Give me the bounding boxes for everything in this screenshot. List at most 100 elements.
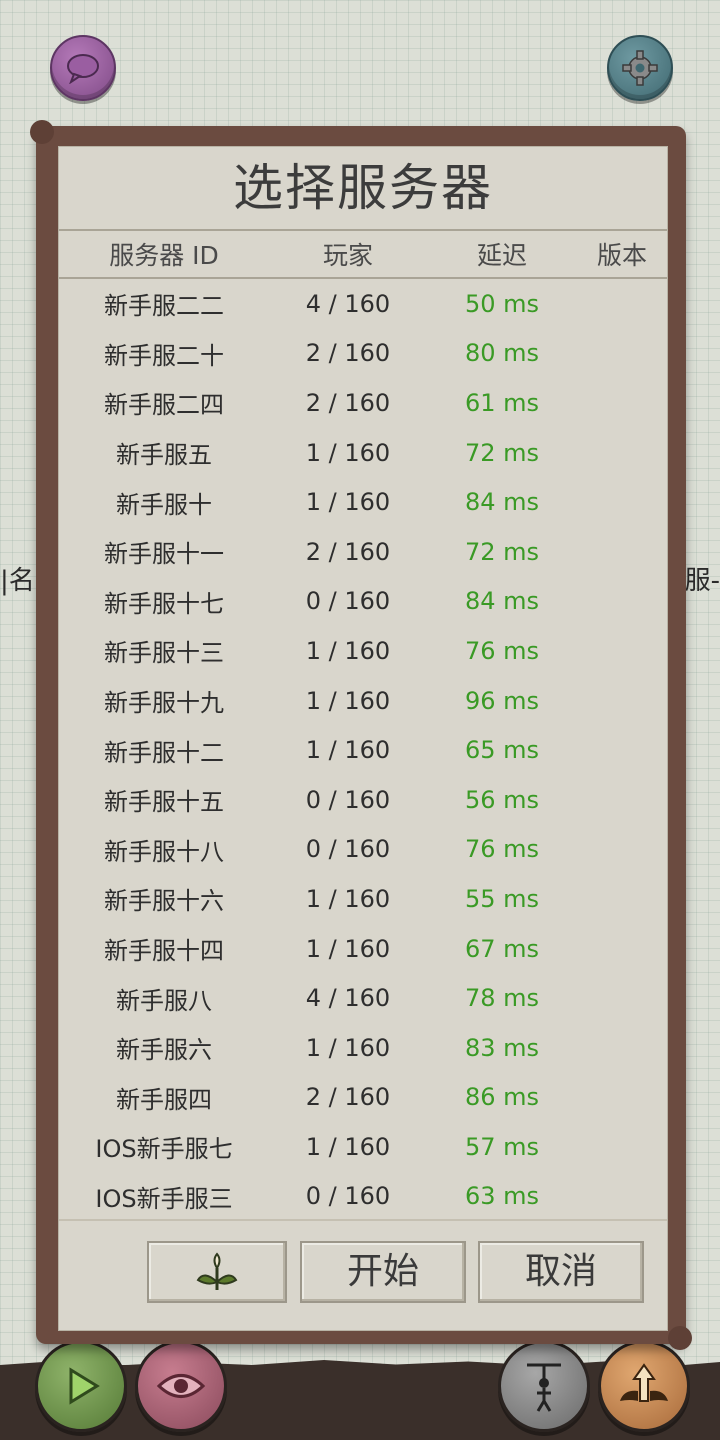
eye-icon <box>156 1374 206 1398</box>
server-ping: 65 ms <box>464 736 540 765</box>
server-ping: 72 ms <box>464 537 540 566</box>
dialog-title: 选择服务器 <box>59 147 667 231</box>
play-button[interactable] <box>35 1340 127 1432</box>
server-row[interactable]: 新手服十九 1 / 160 96 ms <box>59 676 667 726</box>
server-row[interactable]: IOS新手服七 1 / 160 57 ms <box>59 1122 667 1172</box>
server-players: 0 / 160 <box>305 1182 391 1211</box>
server-name: 新手服八 <box>116 986 212 1015</box>
server-ping: 78 ms <box>464 984 540 1013</box>
start-button[interactable]: 开始 <box>300 1241 466 1303</box>
server-players: 1 / 160 <box>305 438 391 467</box>
server-ping: 76 ms <box>464 636 540 665</box>
server-name: 新手服十三 <box>104 639 224 668</box>
server-ping: 55 ms <box>464 884 540 913</box>
header-ping[interactable]: 延迟 <box>427 236 577 272</box>
server-name: 新手服二四 <box>104 391 224 420</box>
server-ping: 72 ms <box>464 438 540 467</box>
server-name: 新手服二十 <box>104 341 224 370</box>
play-icon <box>69 1367 100 1405</box>
settings-button[interactable] <box>607 35 673 101</box>
eye-button[interactable] <box>135 1340 227 1432</box>
server-name: 新手服十二 <box>104 738 224 767</box>
server-name: 新手服十 <box>116 490 212 519</box>
server-name: 新手服六 <box>116 1036 212 1065</box>
server-row[interactable]: 新手服二四 2 / 160 61 ms <box>59 378 667 428</box>
server-row[interactable]: 新手服四 2 / 160 86 ms <box>59 1073 667 1123</box>
server-row[interactable]: 新手服八 4 / 160 78 ms <box>59 973 667 1023</box>
background-right-text: 服- <box>684 566 720 596</box>
server-ping: 96 ms <box>464 686 540 715</box>
server-ping: 76 ms <box>464 835 540 864</box>
header-version[interactable]: 版本 <box>577 236 667 272</box>
server-players: 0 / 160 <box>305 835 391 864</box>
server-players: 2 / 160 <box>305 537 391 566</box>
server-players: 1 / 160 <box>305 736 391 765</box>
server-name: 新手服四 <box>116 1085 212 1114</box>
puppet-icon <box>527 1363 561 1412</box>
server-players: 2 / 160 <box>305 388 391 417</box>
speech-bubble-icon <box>67 54 99 84</box>
server-name: IOS新手服七 <box>95 1135 233 1164</box>
server-ping: 83 ms <box>464 1033 540 1062</box>
cancel-button[interactable]: 取消 <box>478 1241 644 1303</box>
server-players: 1 / 160 <box>305 1132 391 1161</box>
server-row[interactable]: 新手服十二 1 / 160 65 ms <box>59 725 667 775</box>
plant-sprout-icon <box>196 1252 238 1290</box>
puppet-button[interactable] <box>498 1340 590 1432</box>
server-players: 1 / 160 <box>305 686 391 715</box>
plant-button[interactable] <box>147 1241 287 1303</box>
server-row[interactable]: 新手服十一 2 / 160 72 ms <box>59 527 667 577</box>
button-bar: 开始 取消 <box>59 1219 667 1331</box>
server-row[interactable]: 新手服十三 1 / 160 76 ms <box>59 626 667 676</box>
header-server-id[interactable]: 服务器 ID <box>59 236 269 272</box>
server-name: 新手服十七 <box>104 589 224 618</box>
server-list[interactable]: 新手服二二 4 / 160 50 ms 新手服二十 2 / 160 80 ms 新手服二四 2… <box>59 279 667 1219</box>
server-players: 2 / 160 <box>305 339 391 368</box>
server-players: 1 / 160 <box>305 636 391 665</box>
server-ping: 50 ms <box>464 289 540 318</box>
wings-arrow-icon <box>620 1363 668 1402</box>
server-ping: 84 ms <box>464 587 540 616</box>
column-headers: 服务器 ID 玩家 延迟 版本 <box>59 231 667 279</box>
gear-icon <box>622 50 658 86</box>
server-players: 1 / 160 <box>305 1033 391 1062</box>
server-name: 新手服十九 <box>104 689 224 718</box>
server-row[interactable]: IOS新手服三 0 / 160 63 ms <box>59 1172 667 1219</box>
server-name: 新手服五 <box>116 441 212 470</box>
server-players: 1 / 160 <box>305 934 391 963</box>
server-players: 4 / 160 <box>305 289 391 318</box>
header-players[interactable]: 玩家 <box>269 236 427 272</box>
server-row[interactable]: 新手服十六 1 / 160 55 ms <box>59 874 667 924</box>
server-row[interactable]: 新手服十四 1 / 160 67 ms <box>59 924 667 974</box>
server-name: IOS新手服三 <box>95 1184 233 1213</box>
wings-button[interactable] <box>598 1340 690 1432</box>
server-ping: 80 ms <box>464 339 540 368</box>
server-row[interactable]: 新手服十 1 / 160 84 ms <box>59 477 667 527</box>
server-ping: 57 ms <box>464 1132 540 1161</box>
server-select-dialog: 选择服务器 服务器 ID 玩家 延迟 版本 新手服二二 4 / 160 50 ms 新… <box>58 146 668 1331</box>
server-players: 0 / 160 <box>305 785 391 814</box>
chat-button[interactable] <box>50 35 116 101</box>
server-row[interactable]: 新手服十五 0 / 160 56 ms <box>59 775 667 825</box>
server-row[interactable]: 新手服二二 4 / 160 50 ms <box>59 279 667 329</box>
server-name: 新手服十一 <box>104 540 224 569</box>
server-name: 新手服十八 <box>104 837 224 866</box>
server-row[interactable]: 新手服五 1 / 160 72 ms <box>59 428 667 478</box>
server-row[interactable]: 新手服十七 0 / 160 84 ms <box>59 577 667 627</box>
server-ping: 56 ms <box>464 785 540 814</box>
server-players: 0 / 160 <box>305 587 391 616</box>
server-row[interactable]: 新手服十八 0 / 160 76 ms <box>59 825 667 875</box>
server-name: 新手服十五 <box>104 788 224 817</box>
server-ping: 63 ms <box>464 1182 540 1211</box>
server-name: 新手服十六 <box>104 887 224 916</box>
server-name: 新手服十四 <box>104 937 224 966</box>
server-row[interactable]: 新手服六 1 / 160 83 ms <box>59 1023 667 1073</box>
server-players: 2 / 160 <box>305 1083 391 1112</box>
server-players: 1 / 160 <box>305 488 391 517</box>
server-ping: 61 ms <box>464 388 540 417</box>
server-ping: 84 ms <box>464 488 540 517</box>
server-row[interactable]: 新手服二十 2 / 160 80 ms <box>59 329 667 379</box>
server-ping: 67 ms <box>464 934 540 963</box>
server-players: 1 / 160 <box>305 884 391 913</box>
server-ping: 86 ms <box>464 1083 540 1112</box>
